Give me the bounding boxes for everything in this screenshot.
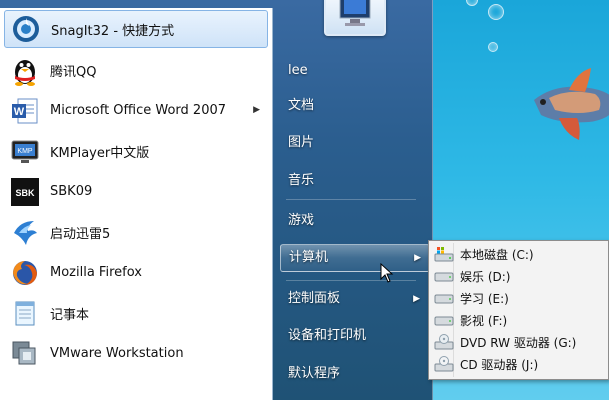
svg-text:W: W	[14, 106, 25, 118]
submenu-arrow-icon: ▶	[414, 253, 421, 263]
user-picture-monitor-icon	[324, 0, 386, 36]
control-panel-link[interactable]: 控制面板 ▶	[280, 286, 428, 312]
places-divider	[286, 199, 416, 200]
drive-c-item[interactable]: 本地磁盘 (C:)	[431, 243, 606, 265]
cd-drive-icon	[434, 356, 454, 372]
hard-drive-icon	[434, 290, 454, 306]
submenu-arrow-icon: ▶	[253, 104, 260, 115]
computer-link[interactable]: 计算机 ▶	[280, 244, 430, 272]
drive-e-item[interactable]: 学习 (E:)	[431, 287, 606, 309]
games-link[interactable]: 游戏	[280, 208, 428, 234]
program-item-snagit[interactable]: SnagIt32 - 快捷方式	[4, 10, 268, 48]
sbk-icon: SBK	[8, 175, 42, 209]
bubble-decoration	[466, 0, 478, 6]
mouse-cursor-icon	[380, 263, 394, 283]
program-label: Microsoft Office Word 2007	[50, 103, 227, 119]
program-label: Mozilla Firefox	[50, 265, 142, 281]
thunder-icon	[8, 215, 42, 249]
start-menu: SnagIt32 - 快捷方式 腾讯QQ W Microsoft Office …	[0, 0, 433, 400]
program-item-vmware[interactable]: VMware Workstation	[0, 334, 272, 375]
program-label: SBK09	[50, 184, 93, 200]
svg-text:SBK: SBK	[15, 188, 35, 198]
user-name-link[interactable]: lee	[280, 58, 428, 84]
program-item-notepad[interactable]: 记事本	[0, 293, 272, 334]
windows-drive-icon	[434, 246, 454, 262]
hard-drive-icon	[434, 312, 454, 328]
program-label: 记事本	[50, 307, 90, 323]
drive-label: 本地磁盘 (C:)	[460, 247, 534, 262]
music-link[interactable]: 音乐	[280, 168, 428, 194]
drive-label: 娱乐 (D:)	[460, 269, 511, 284]
snagit-icon	[9, 12, 43, 46]
kmplayer-icon: KMP	[8, 134, 42, 168]
submenu-arrow-icon: ▶	[413, 294, 420, 304]
devices-printers-link[interactable]: 设备和打印机	[280, 323, 428, 349]
program-label: VMware Workstation	[50, 346, 184, 362]
drive-f-item[interactable]: 影视 (F:)	[431, 309, 606, 331]
drive-label: DVD RW 驱动器 (G:)	[460, 335, 577, 350]
program-label: 腾讯QQ	[50, 64, 97, 80]
program-label: SnagIt32 - 快捷方式	[51, 23, 175, 39]
drive-d-item[interactable]: 娱乐 (D:)	[431, 265, 606, 287]
places-divider	[286, 280, 416, 281]
computer-label: 计算机	[289, 250, 329, 265]
dvd-drive-icon	[434, 334, 454, 350]
svg-text:KMP: KMP	[17, 148, 33, 155]
program-item-sbk09[interactable]: SBK SBK09	[0, 172, 272, 213]
program-item-thunder[interactable]: 启动迅雷5	[0, 212, 272, 253]
computer-submenu: 本地磁盘 (C:) 娱乐 (D:) 学习 (E:) 影视 (F:) DVD RW…	[428, 240, 609, 380]
program-item-word[interactable]: W Microsoft Office Word 2007 ▶	[0, 91, 272, 132]
vmware-icon	[8, 337, 42, 371]
hard-drive-icon	[434, 268, 454, 284]
places-pane: lee 文档 图片 音乐 游戏 计算机 ▶ 控制面板 ▶ 设备和打印机 默认程序	[272, 0, 432, 400]
program-label: KMPlayer中文版	[50, 145, 150, 161]
program-item-qq[interactable]: 腾讯QQ	[0, 50, 272, 91]
drive-label: CD 驱动器 (J:)	[460, 357, 539, 372]
firefox-icon	[8, 256, 42, 290]
drive-label: 影视 (F:)	[460, 313, 508, 328]
bubble-decoration	[488, 42, 498, 52]
fish-wallpaper-icon	[534, 68, 609, 140]
drive-j-item[interactable]: CD 驱动器 (J:)	[431, 353, 606, 375]
drive-label: 学习 (E:)	[460, 291, 509, 306]
program-label: 启动迅雷5	[50, 226, 111, 242]
control-panel-label: 控制面板	[288, 291, 341, 306]
program-item-kmplayer[interactable]: KMP KMPlayer中文版	[0, 131, 272, 172]
word-icon: W	[8, 94, 42, 128]
default-programs-link[interactable]: 默认程序	[280, 361, 428, 387]
documents-link[interactable]: 文档	[280, 93, 428, 119]
bubble-decoration	[488, 4, 504, 20]
program-item-firefox[interactable]: Mozilla Firefox	[0, 253, 272, 294]
program-list: SnagIt32 - 快捷方式 腾讯QQ W Microsoft Office …	[0, 8, 273, 400]
pictures-link[interactable]: 图片	[280, 130, 428, 156]
drive-g-item[interactable]: DVD RW 驱动器 (G:)	[431, 331, 606, 353]
notepad-icon	[8, 296, 42, 330]
qq-penguin-icon	[8, 53, 42, 87]
